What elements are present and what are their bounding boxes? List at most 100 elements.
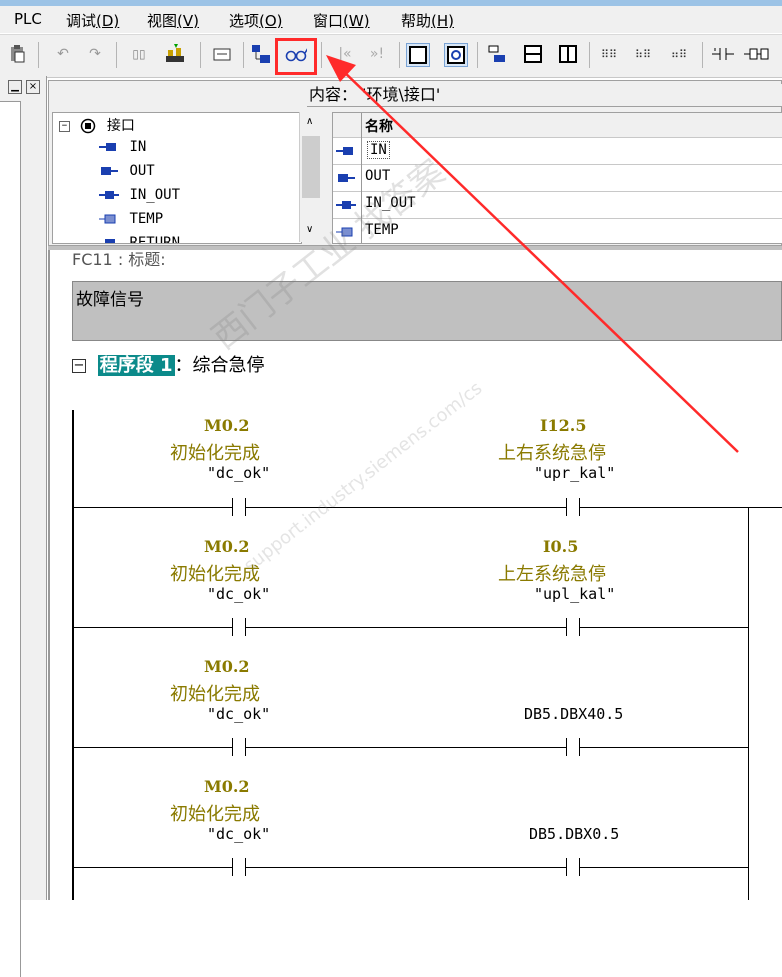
ladder-view-icon[interactable] xyxy=(406,43,430,67)
contact-symbol: "upr_kal" xyxy=(534,464,616,482)
inout-param-icon xyxy=(99,191,119,199)
column-header-name[interactable]: 名称 xyxy=(365,116,393,136)
panel-restore-icon[interactable]: ▁ xyxy=(8,80,22,94)
return-param-icon xyxy=(105,239,115,243)
contact-comment: 上左系统急停 xyxy=(498,564,606,585)
no-contact[interactable] xyxy=(566,738,580,756)
contact-address: M0.2 xyxy=(204,537,250,556)
block-comment-box[interactable]: 故障信号 xyxy=(72,281,782,341)
download-icon[interactable] xyxy=(164,43,186,65)
input-param-icon xyxy=(99,143,116,151)
zoom-view-icon[interactable] xyxy=(444,43,468,67)
list-item[interactable]: OUT xyxy=(333,164,782,192)
interface-path: 内容： '环境\接口' xyxy=(307,84,782,107)
prev-icon[interactable]: |« xyxy=(330,43,360,65)
input-param-icon xyxy=(336,147,353,155)
menu-window[interactable]: 窗口(W) xyxy=(313,10,370,31)
list-header: 名称 xyxy=(333,113,782,138)
tree-icon[interactable]: ⠷⠿ xyxy=(632,43,654,65)
redo-icon[interactable]: ↷ xyxy=(84,43,106,65)
toolbar-separator xyxy=(116,42,117,68)
contact-address: I12.5 xyxy=(540,416,587,435)
contact-symbol: "dc_ok" xyxy=(207,464,271,482)
menu-bar: PLC 调试(D) 视图(V) 选项(O) 窗口(W) 帮助(H) xyxy=(0,6,782,33)
contact-symbol: "dc_ok" xyxy=(207,585,271,603)
monitor-status-icon[interactable] xyxy=(250,43,272,65)
toolbar-separator xyxy=(399,42,400,68)
tree-item-return[interactable]: RETURN xyxy=(99,235,180,243)
coil-icon[interactable] xyxy=(744,43,774,65)
editor-splitter[interactable] xyxy=(48,246,782,250)
open-block-icon[interactable] xyxy=(212,43,234,65)
network-collapse-icon[interactable]: − xyxy=(72,359,86,373)
output-param-icon xyxy=(101,167,118,175)
block-list-icon[interactable] xyxy=(522,43,544,65)
interface-panel: 内容： '环境\接口' − 接口 IN OUT IN_OUT TEMP RETU… xyxy=(48,80,782,246)
columns-icon[interactable] xyxy=(557,43,579,65)
compare-icon[interactable]: ▯▯ xyxy=(128,43,150,65)
toolbar: ↶ ↷ ▯▯ |« »! ⠿⠿ ⠷⠿ ⠶⠿ xyxy=(0,34,782,78)
scroll-up-icon[interactable]: ∧ xyxy=(306,116,313,127)
network-title: ：综合急停 xyxy=(174,355,265,376)
network-label[interactable]: 程序段 1 xyxy=(97,355,175,376)
temp-param-icon xyxy=(99,214,116,224)
interface-icon xyxy=(81,118,96,134)
contact-comment: 初始化完成 xyxy=(170,684,260,705)
tree-item-in[interactable]: IN xyxy=(99,139,146,155)
contact-address: M0.2 xyxy=(204,416,250,435)
contact-comment: 初始化完成 xyxy=(170,443,260,464)
list-item[interactable]: IN_OUT xyxy=(333,191,782,219)
menu-options[interactable]: 选项(O) xyxy=(229,10,283,31)
contact-symbol: "dc_ok" xyxy=(207,705,271,723)
toolbar-separator xyxy=(702,42,703,68)
next-icon[interactable]: »! xyxy=(362,43,392,65)
toolbar-separator xyxy=(200,42,201,68)
tree-item-in-out[interactable]: IN_OUT xyxy=(99,187,180,203)
toolbar-separator xyxy=(243,42,244,68)
block-comment: 故障信号 xyxy=(76,290,144,310)
paste-icon[interactable] xyxy=(6,43,28,65)
no-contact[interactable] xyxy=(566,858,580,876)
no-contact[interactable] xyxy=(566,498,580,516)
list-item[interactable]: IN xyxy=(333,137,782,165)
scroll-thumb[interactable] xyxy=(302,136,320,198)
contact-address: M0.2 xyxy=(204,777,250,796)
list-item[interactable]: TEMP xyxy=(333,218,782,243)
toolbar-separator xyxy=(38,42,39,68)
menu-help[interactable]: 帮助(H) xyxy=(401,10,454,31)
toolbar-separator xyxy=(321,42,322,68)
no-contact[interactable] xyxy=(232,738,246,756)
no-contact[interactable] xyxy=(232,618,246,636)
left-power-rail xyxy=(72,410,74,900)
no-contact[interactable] xyxy=(232,498,246,516)
highlight-box xyxy=(275,38,317,75)
contact-operand: DB5.DBX40.5 xyxy=(524,705,624,723)
menu-view[interactable]: 视图(V) xyxy=(147,10,199,31)
left-panel-content xyxy=(0,101,21,977)
toolbar-separator xyxy=(589,42,590,68)
panel-close-icon[interactable]: × xyxy=(26,80,40,94)
no-contact[interactable] xyxy=(232,858,246,876)
inout-param-icon xyxy=(336,201,356,209)
no-contact[interactable] xyxy=(566,618,580,636)
network-header: − 程序段 1 ：综合急停 xyxy=(72,351,265,377)
symbol-icon[interactable]: ⠿⠿ xyxy=(598,43,620,65)
temp-param-icon xyxy=(336,227,353,237)
menu-plc[interactable]: PLC xyxy=(14,10,42,28)
tree-root[interactable]: − 接口 xyxy=(59,115,135,135)
detail-icon[interactable]: ⠶⠿ xyxy=(668,43,690,65)
output-param-icon xyxy=(338,174,355,182)
scroll-down-icon[interactable]: ∨ xyxy=(306,224,313,235)
collapse-icon[interactable]: − xyxy=(59,120,70,132)
contact-address: M0.2 xyxy=(204,657,250,676)
undo-icon[interactable]: ↶ xyxy=(52,43,74,65)
interface-tree: − 接口 IN OUT IN_OUT TEMP RETURN xyxy=(52,112,302,244)
contact-icon[interactable] xyxy=(712,43,738,65)
tree-scrollbar[interactable]: ∧ ∨ xyxy=(299,112,324,242)
tree-item-temp[interactable]: TEMP xyxy=(99,211,163,227)
contact-comment: 上右系统急停 xyxy=(498,443,606,464)
menu-debug[interactable]: 调试(D) xyxy=(66,10,119,31)
left-docked-panel: ▁ × xyxy=(0,76,47,977)
tree-item-out[interactable]: OUT xyxy=(99,163,155,179)
network-icon[interactable] xyxy=(486,43,508,65)
